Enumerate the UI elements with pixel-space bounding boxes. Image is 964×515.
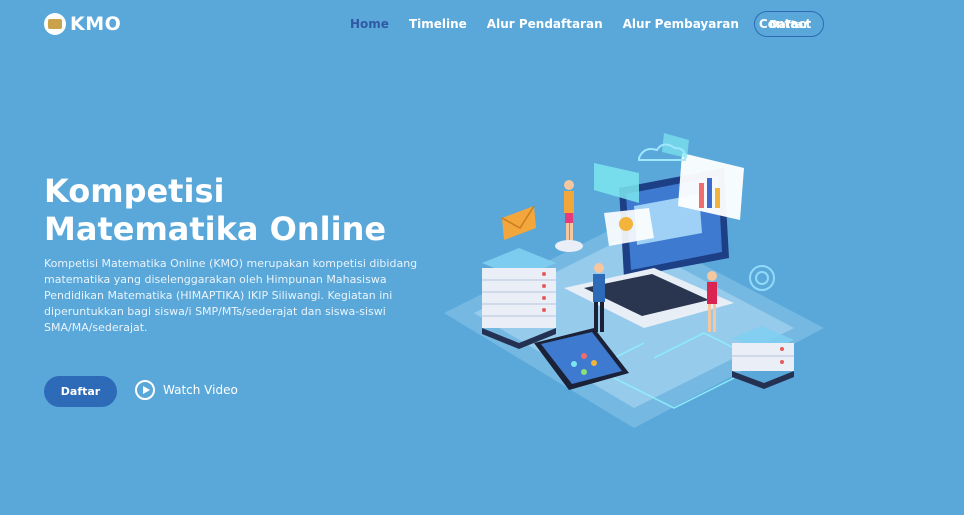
watch-video-label: Watch Video (163, 383, 238, 397)
person-woman-top (555, 180, 583, 252)
nav-daftar-button[interactable]: Daftar (754, 11, 824, 37)
hero-illustration (444, 133, 824, 428)
nav-link-home[interactable]: Home (350, 17, 389, 31)
brand-name: KMO (70, 13, 122, 35)
navbar: KMO Home Timeline Alur Pendaftaran Alur … (0, 0, 964, 48)
envelope-icon (501, 205, 536, 240)
kmo-logo-icon (44, 13, 66, 35)
hero-title: Kompetisi Matematika Online (44, 172, 387, 248)
play-circle-icon (135, 380, 155, 400)
brand[interactable]: KMO (44, 13, 121, 35)
hero-daftar-button[interactable]: Daftar (44, 376, 117, 407)
nav-link-timeline[interactable]: Timeline (409, 17, 467, 31)
nav-link-alur-pendaftaran[interactable]: Alur Pendaftaran (487, 17, 603, 31)
signal-icon (749, 265, 775, 291)
nav-link-alur-pembayaran[interactable]: Alur Pembayaran (623, 17, 739, 31)
hero-description: Kompetisi Matematika Online (KMO) merupa… (44, 257, 418, 334)
watch-video-link[interactable]: Watch Video (135, 380, 238, 400)
